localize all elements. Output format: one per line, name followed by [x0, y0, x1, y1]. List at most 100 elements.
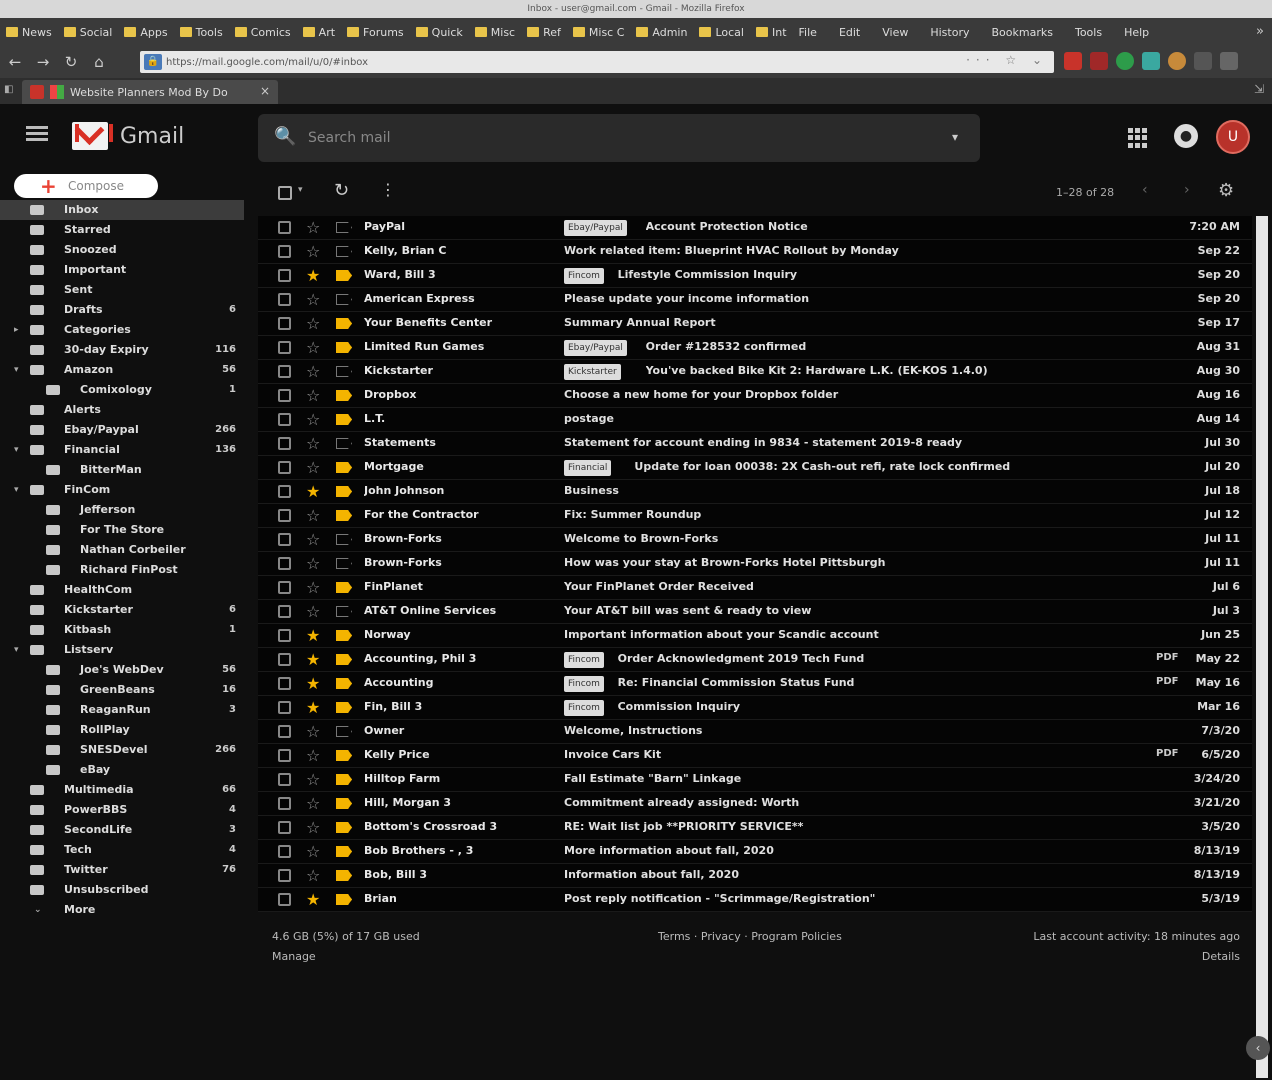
- sidebar-item-snesdevel[interactable]: SNESDevel 266: [0, 740, 254, 760]
- sidebar-item-bitterman[interactable]: BitterMan: [0, 460, 254, 480]
- sidebar-item-tech[interactable]: Tech 4: [0, 840, 254, 860]
- email-row[interactable]: ☆ Bob, Bill 3 Information about fall, 2020…: [258, 864, 1252, 888]
- label-tag[interactable]: Fincom: [564, 700, 604, 716]
- email-row[interactable]: ☆ Kelly Price Invoice Cars Kit PDF 6/5/20: [258, 744, 1252, 768]
- important-marker-icon[interactable]: [336, 534, 352, 545]
- expand-caret-icon[interactable]: ▾: [14, 640, 19, 660]
- attachment-badge[interactable]: PDF: [1156, 652, 1178, 663]
- expand-caret-icon[interactable]: ▾: [14, 360, 19, 380]
- sidebar-item-unsubscribed[interactable]: Unsubscribed: [0, 880, 254, 900]
- older-button[interactable]: ›: [1184, 182, 1190, 198]
- sidebar-item-fincom[interactable]: ▾ FinCom: [0, 480, 254, 500]
- important-marker-icon[interactable]: [336, 510, 352, 521]
- menu-edit[interactable]: Edit: [839, 26, 860, 39]
- sidebar-item-kitbash[interactable]: Kitbash 1: [0, 620, 254, 640]
- star-icon[interactable]: ★: [306, 650, 320, 669]
- menu-icon[interactable]: [1220, 52, 1238, 70]
- sidebar-item-jefferson[interactable]: Jefferson: [0, 500, 254, 520]
- important-marker-icon[interactable]: [336, 582, 352, 593]
- attachment-badge[interactable]: PDF: [1156, 748, 1178, 759]
- select-checkbox[interactable]: [278, 653, 291, 666]
- footer-links[interactable]: Terms · Privacy · Program Policies: [658, 930, 842, 943]
- select-checkbox[interactable]: [278, 725, 291, 738]
- lock-icon[interactable]: 🔒: [144, 54, 162, 70]
- expand-caret-icon[interactable]: ▾: [14, 480, 19, 500]
- email-row[interactable]: ☆ Kelly, Brian C Work related item: Bluepr…: [258, 240, 1252, 264]
- sidebar-item-ebay-paypal[interactable]: Ebay/Paypal 266: [0, 420, 254, 440]
- important-marker-icon[interactable]: [336, 486, 352, 497]
- gmail-logo-icon[interactable]: [72, 122, 113, 150]
- star-icon[interactable]: ☆: [306, 578, 320, 597]
- star-icon[interactable]: ☆: [306, 770, 320, 789]
- compose-button[interactable]: + Compose: [14, 174, 158, 198]
- label-tag[interactable]: Fincom: [564, 676, 604, 692]
- email-row[interactable]: ★ Accounting, Phil 3 Fincom Order Acknowled…: [258, 648, 1252, 672]
- important-marker-icon[interactable]: [336, 654, 352, 665]
- details-link[interactable]: Details: [1202, 950, 1240, 963]
- email-row[interactable]: ☆ Kickstarter Kickstarter You've backed Bik…: [258, 360, 1252, 384]
- important-marker-icon[interactable]: [336, 822, 352, 833]
- select-checkbox[interactable]: [278, 365, 291, 378]
- forward-icon[interactable]: →: [32, 51, 54, 73]
- email-row[interactable]: ☆ Your Benefits Center Summary Annual Repo…: [258, 312, 1252, 336]
- sidebar-item-reaganrun[interactable]: ReaganRun 3: [0, 700, 254, 720]
- product-name[interactable]: Gmail: [120, 124, 184, 149]
- important-marker-icon[interactable]: [336, 390, 352, 401]
- sidebar-item-snoozed[interactable]: Snoozed: [0, 240, 254, 260]
- star-icon[interactable]: ☆: [306, 554, 320, 573]
- sidebar-item-more[interactable]: ⌄ More: [0, 900, 254, 920]
- menu-file[interactable]: File: [799, 26, 817, 39]
- important-marker-icon[interactable]: [336, 702, 352, 713]
- menu-tools[interactable]: Tools: [1075, 26, 1102, 39]
- bookmark-folder[interactable]: Int: [755, 26, 787, 39]
- bookmark-folder[interactable]: Apps: [124, 26, 168, 39]
- label-tag[interactable]: Fincom: [564, 652, 604, 668]
- email-row[interactable]: ☆ For the Contractor Fix: Summer Roundup Ju…: [258, 504, 1252, 528]
- avatar[interactable]: U: [1216, 120, 1250, 154]
- select-checkbox[interactable]: [278, 389, 291, 402]
- sidebar-item-important[interactable]: Important: [0, 260, 254, 280]
- important-marker-icon[interactable]: [336, 246, 352, 257]
- select-checkbox[interactable]: [278, 437, 291, 450]
- star-icon[interactable]: ☆: [306, 434, 320, 453]
- back-icon[interactable]: ←: [4, 51, 26, 73]
- important-marker-icon[interactable]: [336, 414, 352, 425]
- star-icon[interactable]: ★: [306, 890, 320, 909]
- tab-gmail[interactable]: Website Planners Mod By Do ×: [22, 80, 278, 104]
- label-tag[interactable]: Kickstarter: [564, 364, 621, 380]
- select-checkbox[interactable]: [278, 317, 291, 330]
- email-row[interactable]: ☆ American Express Please update your inco…: [258, 288, 1252, 312]
- sidebar-item-inbox[interactable]: Inbox: [0, 200, 244, 220]
- sidebar-item-multimedia[interactable]: Multimedia 66: [0, 780, 254, 800]
- select-checkbox[interactable]: [278, 845, 291, 858]
- email-row[interactable]: ★ Ward, Bill 3 Fincom Lifestyle Commission …: [258, 264, 1252, 288]
- bookmark-star-icon[interactable]: ··· ☆ ⌄: [966, 53, 1048, 67]
- sidebar-item-powerbbs[interactable]: PowerBBS 4: [0, 800, 254, 820]
- bookmark-folder[interactable]: Social: [63, 26, 112, 39]
- important-marker-icon[interactable]: [336, 606, 352, 617]
- star-icon[interactable]: ★: [306, 698, 320, 717]
- select-checkbox[interactable]: [278, 509, 291, 522]
- email-row[interactable]: ★ Accounting Fincom Re: Financial Commissio…: [258, 672, 1252, 696]
- select-all-checkbox[interactable]: [278, 186, 292, 200]
- menu-view[interactable]: View: [882, 26, 908, 39]
- select-checkbox[interactable]: [278, 413, 291, 426]
- sidebar-item-greenbeans[interactable]: GreenBeans 16: [0, 680, 254, 700]
- select-checkbox[interactable]: [278, 581, 291, 594]
- menu-help[interactable]: Help: [1124, 26, 1149, 39]
- email-row[interactable]: ☆ Limited Run Games Ebay/Paypal Order #1285…: [258, 336, 1252, 360]
- email-row[interactable]: ★ Norway Important information about your …: [258, 624, 1252, 648]
- important-marker-icon[interactable]: [336, 294, 352, 305]
- reload-icon[interactable]: ↻: [60, 51, 82, 73]
- bookmark-folder[interactable]: Misc C: [572, 26, 624, 39]
- select-checkbox[interactable]: [278, 293, 291, 306]
- important-marker-icon[interactable]: [336, 342, 352, 353]
- refresh-icon[interactable]: ↻: [334, 180, 349, 201]
- expand-caret-icon[interactable]: ▾: [14, 440, 19, 460]
- sidebar-item-secondlife[interactable]: SecondLife 3: [0, 820, 254, 840]
- notifications-icon[interactable]: ●: [1174, 124, 1198, 148]
- sidebar-item-30-day-expiry[interactable]: 30-day Expiry 116: [0, 340, 254, 360]
- important-marker-icon[interactable]: [336, 318, 352, 329]
- bookmark-folder[interactable]: Local: [699, 26, 744, 39]
- star-icon[interactable]: ☆: [306, 602, 320, 621]
